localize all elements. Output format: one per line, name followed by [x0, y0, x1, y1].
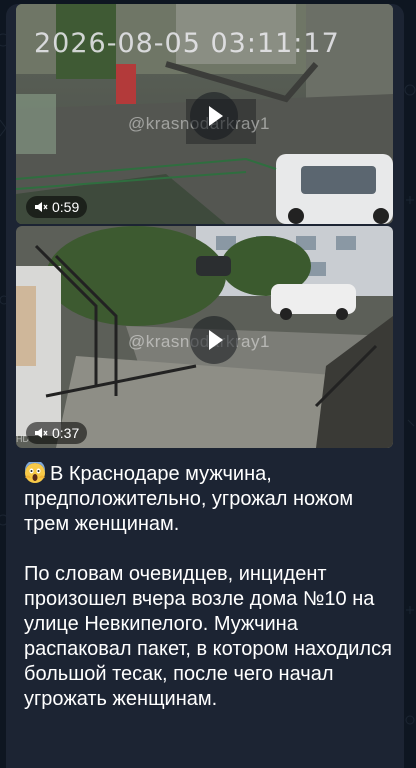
- message-headline: В Краснодаре мужчина, предположительно, …: [24, 462, 396, 537]
- video-1-duration: 0:59: [52, 199, 80, 215]
- video-2[interactable]: HD @krasnodarkray1 0:37: [16, 226, 393, 448]
- screaming-face-icon: [25, 462, 45, 483]
- video-1-timestamp: 2026-08-05 03:11:17: [34, 28, 340, 59]
- video-2-duration-badge: 0:37: [26, 422, 88, 444]
- muted-speaker-icon: [35, 202, 48, 212]
- video-2-duration: 0:37: [52, 425, 80, 441]
- play-icon: [209, 330, 223, 350]
- message-text: В Краснодаре мужчина, предположительно, …: [24, 462, 396, 712]
- video-1-duration-badge: 0:59: [26, 196, 88, 218]
- play-button[interactable]: [190, 92, 238, 140]
- headline-text: В Краснодаре мужчина, предположительно, …: [24, 463, 354, 535]
- message-body: По словам очевидцев, инцидент произошел …: [24, 563, 392, 710]
- muted-speaker-icon: [35, 428, 48, 438]
- video-1[interactable]: 2026-08-05 03:11:17 @krasnodarkray1 0:59: [16, 4, 393, 224]
- play-button[interactable]: [190, 316, 238, 364]
- play-icon: [209, 106, 223, 126]
- message-bubble: 2026-08-05 03:11:17 @krasnodarkray1 0:59: [6, 4, 404, 768]
